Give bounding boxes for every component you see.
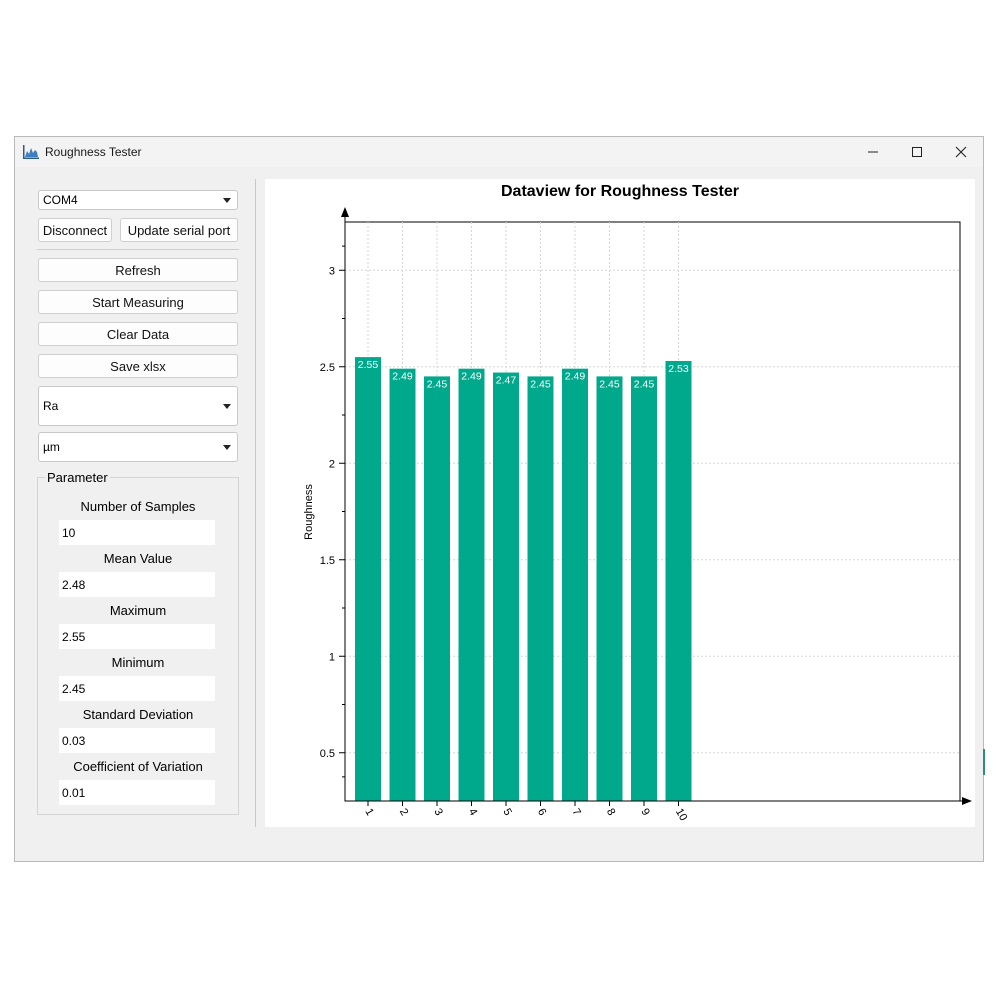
parameter-group-title: Parameter — [45, 470, 110, 485]
x-tick-label: 10 — [673, 807, 690, 824]
param-field-std-dev[interactable]: 0.03 — [59, 728, 215, 753]
serial-port-select[interactable]: COM4 — [38, 190, 238, 210]
serial-port-value: COM4 — [43, 193, 78, 207]
minimize-button[interactable] — [853, 141, 893, 163]
unit-value: µm — [43, 440, 60, 454]
param-label-minimum: Minimum — [111, 655, 165, 670]
bar — [355, 357, 381, 801]
param-field-mean[interactable]: 2.48 — [59, 572, 215, 597]
x-tick-label: 8 — [604, 807, 617, 818]
x-tick-label: 4 — [466, 807, 479, 818]
y-tick-label: 2.5 — [320, 362, 335, 374]
x-tick-label: 5 — [500, 807, 513, 818]
bar-value-label: 2.55 — [358, 359, 379, 371]
clear-data-button[interactable]: Clear Data — [38, 322, 238, 346]
y-tick-label: 2 — [329, 458, 335, 470]
param-field-maximum[interactable]: 2.55 — [59, 624, 215, 649]
splitter[interactable] — [255, 179, 256, 827]
edge-marker — [983, 749, 985, 775]
y-axis-label: Roughness — [303, 484, 315, 540]
x-tick-label: 2 — [397, 807, 410, 818]
title-bar: Roughness Tester — [15, 137, 983, 167]
disconnect-button[interactable]: Disconnect — [38, 218, 112, 242]
x-tick-label: 3 — [431, 807, 444, 818]
param-field-cv[interactable]: 0.01 — [59, 780, 215, 805]
param-label-maximum: Maximum — [109, 603, 167, 618]
bar — [631, 376, 657, 801]
app-chart-icon — [23, 145, 39, 159]
bar-value-label: 2.45 — [634, 378, 655, 390]
bar — [665, 360, 692, 801]
bar-value-label: 2.45 — [530, 378, 551, 390]
bar-value-label: 2.49 — [565, 371, 586, 383]
bar — [562, 368, 588, 801]
param-label-cv: Coefficient of Variation — [73, 759, 203, 774]
x-axis-arrow — [962, 797, 972, 805]
param-label-std-dev: Standard Deviation — [82, 707, 194, 722]
close-button[interactable] — [941, 141, 981, 163]
x-tick-label: 7 — [569, 807, 582, 818]
bar — [527, 376, 554, 801]
maximize-icon — [912, 147, 922, 157]
param-label-mean: Mean Value — [103, 551, 173, 566]
x-tick-label: 9 — [638, 807, 651, 818]
bar-value-label: 2.45 — [427, 378, 448, 390]
roughness-bar-chart: 0.511.522.532.5512.4922.4532.4942.4752.4… — [303, 207, 972, 824]
maximize-button[interactable] — [897, 141, 937, 163]
minimize-icon — [868, 151, 878, 153]
parameter-type-select[interactable]: Ra — [38, 386, 238, 426]
bar — [424, 376, 450, 801]
window-title: Roughness Tester — [45, 145, 142, 159]
x-tick-label: 6 — [535, 807, 548, 818]
close-icon — [955, 146, 967, 158]
y-tick-label: 3 — [329, 265, 335, 277]
x-tick-label: 1 — [362, 807, 375, 818]
parameter-type-value: Ra — [43, 399, 59, 413]
chevron-down-icon — [223, 404, 231, 409]
y-tick-label: 0.5 — [320, 748, 335, 760]
update-serial-port-button[interactable]: Update serial port — [120, 218, 238, 242]
bar — [389, 368, 416, 801]
refresh-button[interactable]: Refresh — [38, 258, 238, 282]
separator — [37, 249, 239, 250]
start-measuring-button[interactable]: Start Measuring — [38, 290, 238, 314]
save-xlsx-button[interactable]: Save xlsx — [38, 354, 238, 378]
y-axis-arrow — [341, 207, 349, 217]
param-label-samples: Number of Samples — [80, 499, 196, 514]
unit-select[interactable]: µm — [38, 432, 238, 462]
param-field-samples[interactable]: 10 — [59, 520, 215, 545]
bar-value-label: 2.49 — [392, 371, 413, 383]
chart-panel: Dataview for Roughness Tester 0.5 1 1.5 2 2.… — [265, 179, 975, 827]
chevron-down-icon — [223, 198, 231, 203]
y-tick-label: 1 — [329, 651, 335, 663]
y-tick-label: 1.5 — [320, 555, 335, 567]
chevron-down-icon — [223, 445, 231, 450]
bar — [596, 376, 623, 801]
bar-value-label: 2.49 — [461, 371, 482, 383]
bar-value-label: 2.53 — [668, 363, 689, 375]
app-window: Roughness Tester COM4 Disconnect Update … — [14, 136, 985, 862]
bar — [458, 368, 485, 801]
bar-value-label: 2.45 — [599, 378, 620, 390]
bar-value-label: 2.47 — [496, 375, 517, 387]
bar — [493, 372, 519, 801]
param-field-minimum[interactable]: 2.45 — [59, 676, 215, 701]
